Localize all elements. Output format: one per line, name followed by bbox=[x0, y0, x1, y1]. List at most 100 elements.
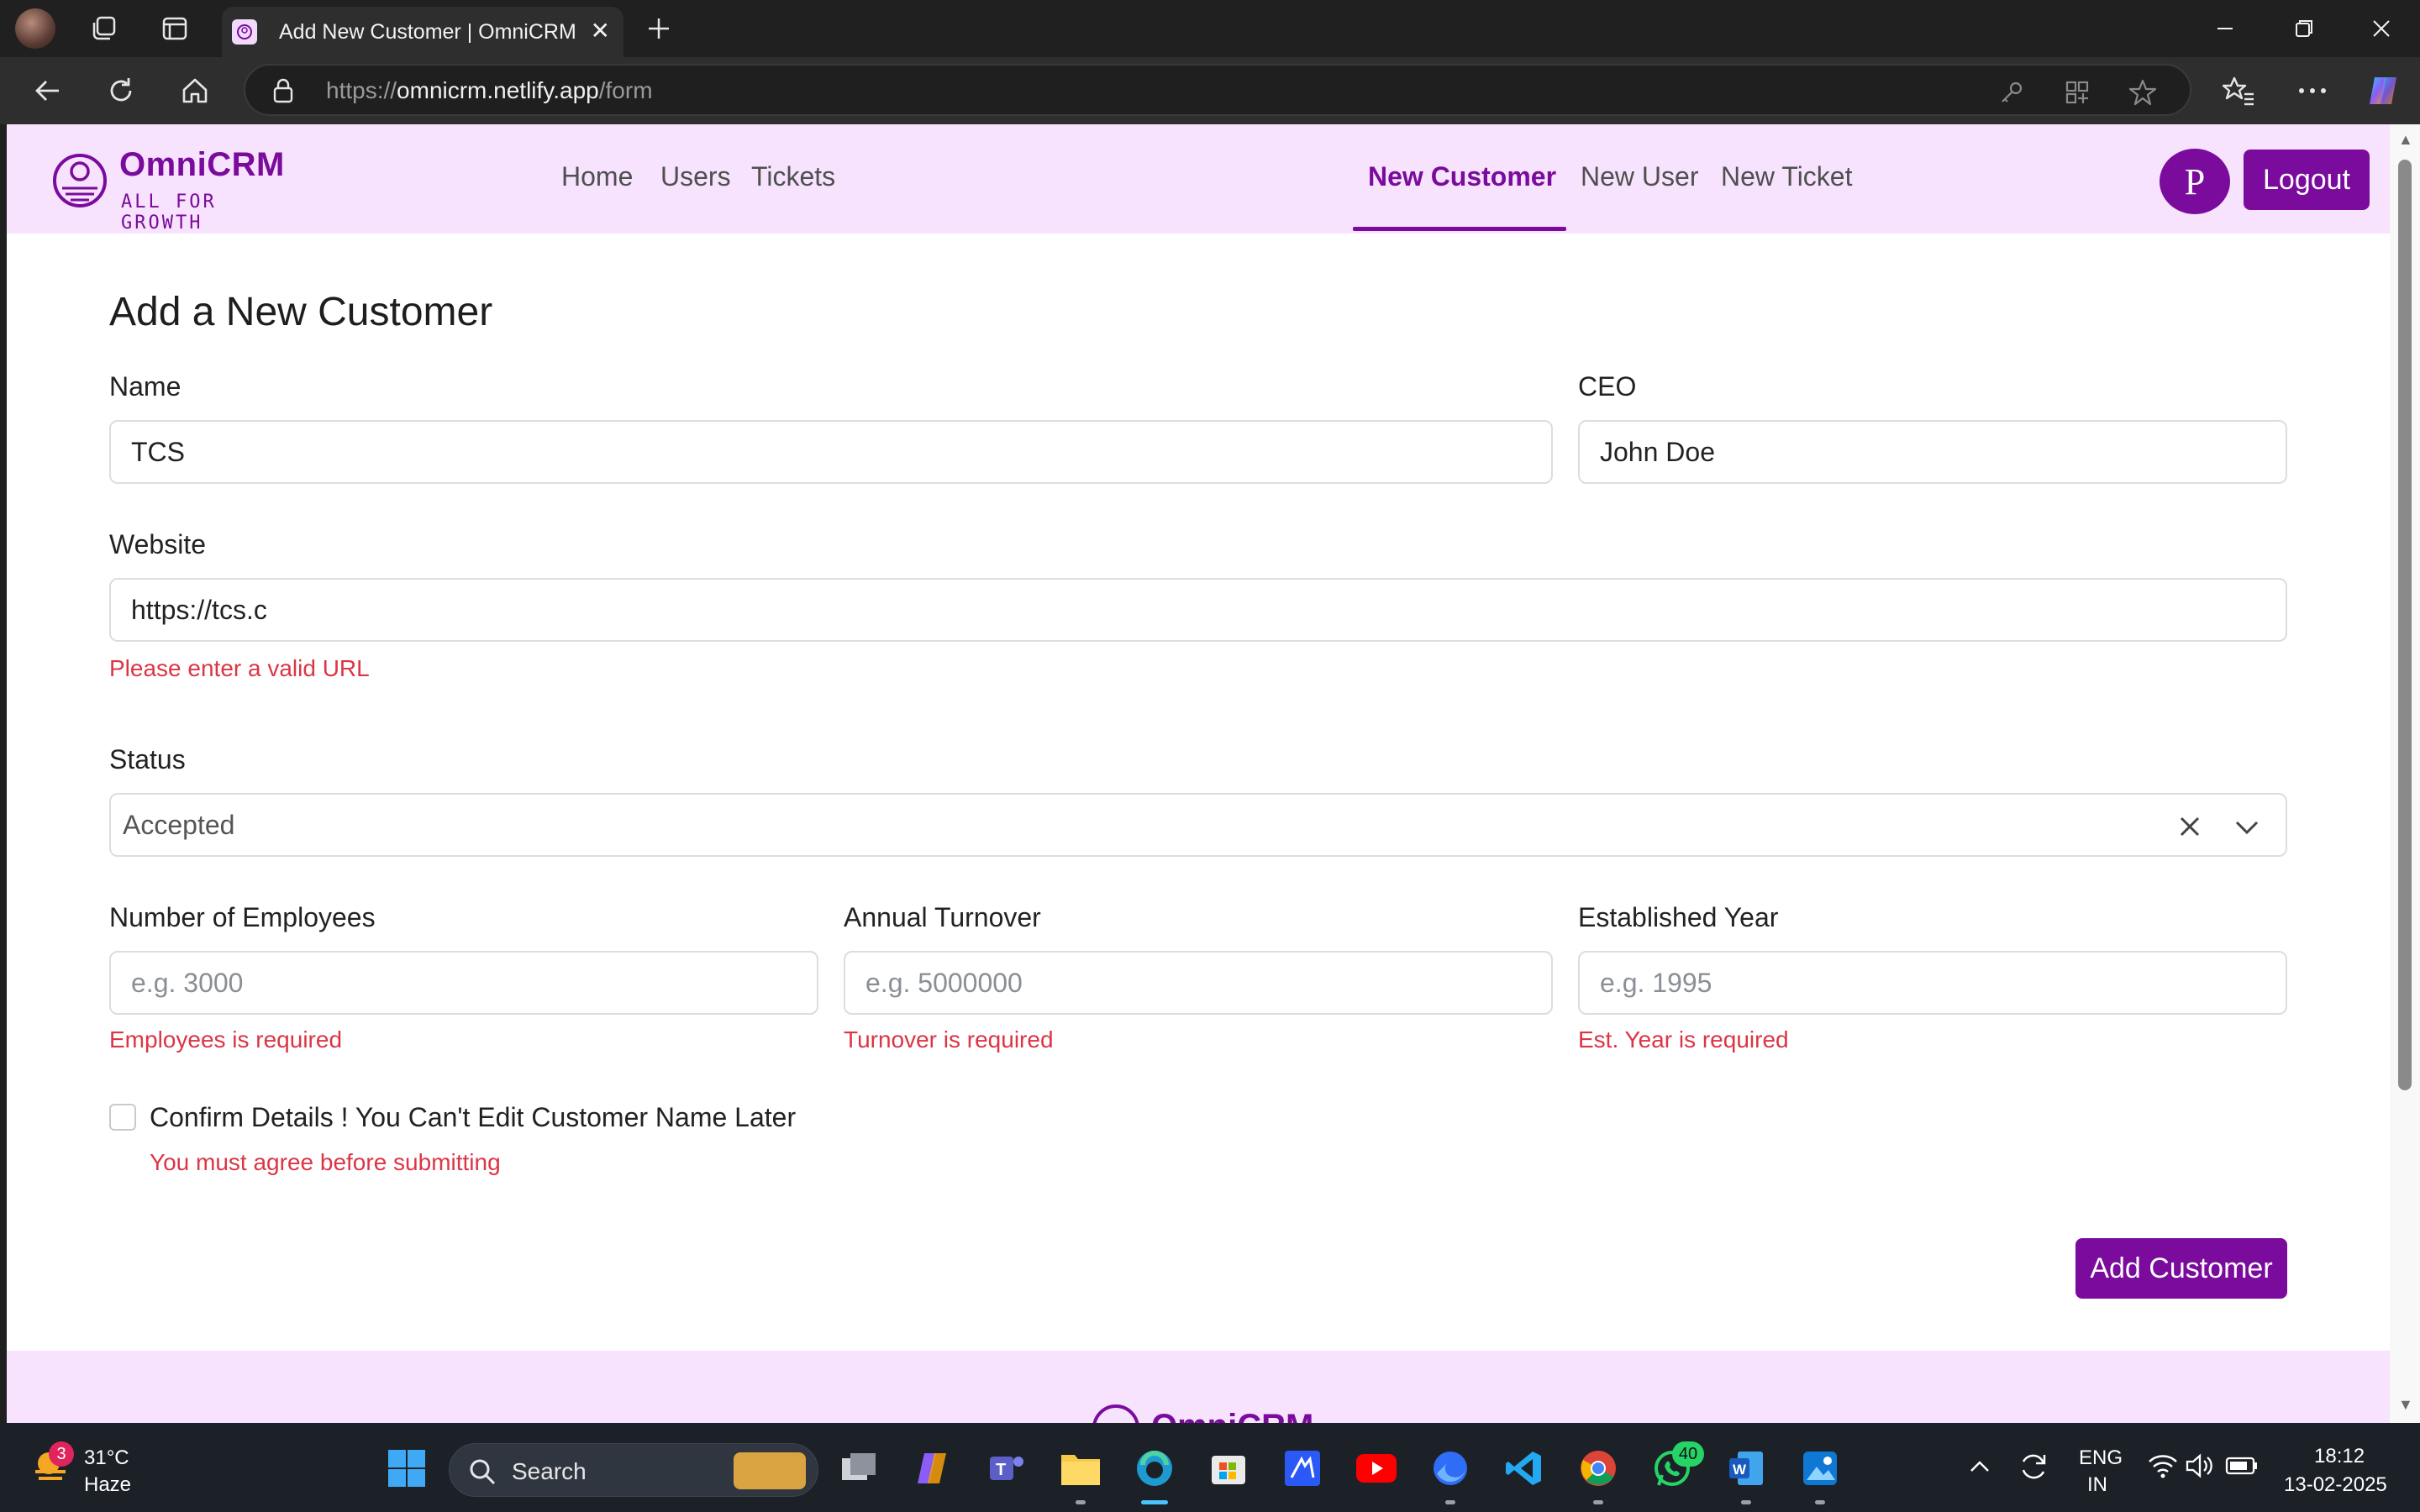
svg-text:T: T bbox=[996, 1461, 1006, 1479]
url-text[interactable]: https://omnicrm.netlify.app/form bbox=[326, 77, 653, 104]
clock-time[interactable]: 18:12 bbox=[2314, 1445, 2365, 1468]
nav-link-home[interactable]: Home bbox=[561, 161, 633, 192]
employees-input[interactable]: e.g. 3000 bbox=[109, 951, 818, 1015]
active-browser-tab[interactable]: Add New Customer | OmniCRM ✕ bbox=[222, 7, 623, 57]
app-available-icon[interactable] bbox=[2060, 76, 2094, 109]
turnover-label: Annual Turnover bbox=[844, 902, 1041, 932]
favorite-star-icon[interactable] bbox=[2126, 76, 2160, 109]
chevron-down-icon[interactable] bbox=[2230, 811, 2264, 845]
search-highlight-icon bbox=[734, 1452, 806, 1489]
copilot-icon[interactable] bbox=[2363, 71, 2403, 111]
refresh-icon[interactable] bbox=[101, 71, 141, 111]
footer-logo-name: OmniCRM bbox=[1151, 1408, 1313, 1423]
confirm-label[interactable]: Confirm Details ! You Can't Edit Custome… bbox=[150, 1102, 796, 1133]
chrome-icon[interactable] bbox=[1575, 1445, 1622, 1492]
explorer-running-indicator bbox=[1076, 1500, 1086, 1504]
battery-icon[interactable] bbox=[2225, 1455, 2259, 1481]
ceo-input[interactable]: John Doe bbox=[1578, 420, 2287, 484]
add-customer-button[interactable]: Add Customer bbox=[2075, 1238, 2287, 1299]
employees-error: Employees is required bbox=[109, 1026, 343, 1053]
browser-toolbar: https://omnicrm.netlify.app/form bbox=[0, 57, 2420, 124]
clear-selection-icon[interactable] bbox=[2173, 810, 2207, 843]
footer-logo-icon bbox=[1092, 1404, 1139, 1423]
nav-link-tickets[interactable]: Tickets bbox=[751, 161, 835, 192]
search-label: Search bbox=[512, 1458, 587, 1484]
restore-window-icon[interactable] bbox=[2287, 12, 2321, 50]
scroll-up-icon[interactable]: ▲ bbox=[2398, 132, 2413, 147]
omnicrm-favicon-icon bbox=[232, 19, 257, 45]
microsoft-store-icon[interactable] bbox=[1205, 1445, 1252, 1492]
minimize-window-icon[interactable] bbox=[2208, 12, 2242, 50]
back-arrow-icon[interactable] bbox=[27, 71, 67, 111]
page-title: Add a New Customer bbox=[109, 290, 493, 334]
close-window-icon[interactable] bbox=[2365, 12, 2398, 50]
clock-date[interactable]: 13-02-2025 bbox=[2284, 1473, 2387, 1497]
scroll-down-icon[interactable]: ▼ bbox=[2398, 1397, 2413, 1412]
task-view-icon[interactable] bbox=[835, 1445, 882, 1492]
logout-button[interactable]: Logout bbox=[2244, 150, 2370, 210]
website-label: Website bbox=[109, 529, 207, 559]
weather-temperature[interactable]: 31°C bbox=[84, 1446, 129, 1470]
language-region[interactable]: IN bbox=[2087, 1473, 2107, 1497]
word-icon[interactable]: W bbox=[1723, 1445, 1770, 1492]
turnover-input[interactable]: e.g. 5000000 bbox=[844, 951, 1553, 1015]
sync-icon[interactable] bbox=[2017, 1450, 2050, 1488]
website-error: Please enter a valid URL bbox=[109, 655, 370, 681]
studio-app-icon[interactable] bbox=[1279, 1445, 1326, 1492]
word-running-indicator bbox=[1741, 1500, 1751, 1504]
address-bar[interactable]: https://omnicrm.netlify.app/form bbox=[244, 64, 2191, 116]
favorites-list-icon[interactable] bbox=[2218, 71, 2259, 111]
show-hidden-icons-chevron-up-icon[interactable] bbox=[1966, 1453, 1993, 1484]
established-year-label: Established Year bbox=[1578, 902, 1779, 932]
user-avatar[interactable]: P bbox=[2160, 149, 2230, 214]
firefox-running-indicator bbox=[1445, 1500, 1455, 1504]
status-select[interactable]: Accepted bbox=[109, 793, 2287, 857]
vertical-tabs-icon[interactable] bbox=[156, 10, 193, 47]
taskbar-search[interactable]: Search bbox=[449, 1443, 818, 1497]
website-input[interactable]: https://tcs.c bbox=[109, 578, 2287, 642]
confirm-checkbox[interactable] bbox=[109, 1104, 136, 1131]
turnover-error: Turnover is required bbox=[844, 1026, 1054, 1053]
photos-icon[interactable] bbox=[1797, 1445, 1844, 1492]
nav-link-new-ticket[interactable]: New Ticket bbox=[1721, 161, 1852, 192]
nav-link-new-customer[interactable]: New Customer bbox=[1368, 161, 1556, 192]
established-year-input[interactable]: e.g. 1995 bbox=[1578, 951, 2287, 1015]
home-icon[interactable] bbox=[175, 71, 215, 111]
web-page: OmniCRM ALL FOR GROWTH Home Users Ticket… bbox=[7, 124, 2390, 1423]
tab-title: Add New Customer | OmniCRM bbox=[279, 19, 576, 44]
youtube-icon[interactable] bbox=[1353, 1445, 1400, 1492]
workspaces-icon[interactable] bbox=[86, 10, 123, 47]
password-key-icon[interactable] bbox=[1995, 76, 2028, 109]
chrome-running-indicator bbox=[1593, 1500, 1603, 1504]
name-input[interactable]: TCS bbox=[109, 420, 1553, 484]
footer-logo: OmniCRM bbox=[1091, 1403, 1326, 1423]
language-code[interactable]: ENG bbox=[2079, 1446, 2123, 1470]
copilot-app-icon[interactable] bbox=[909, 1445, 956, 1492]
vscode-icon[interactable] bbox=[1501, 1445, 1548, 1492]
new-tab-icon[interactable] bbox=[640, 10, 677, 47]
teams-icon[interactable]: T bbox=[983, 1445, 1030, 1492]
edge-browser-icon[interactable] bbox=[1131, 1445, 1178, 1492]
browser-profile-avatar[interactable] bbox=[15, 8, 55, 49]
logo-tagline: ALL FOR GROWTH bbox=[121, 192, 217, 234]
nav-link-users[interactable]: Users bbox=[660, 161, 731, 192]
start-menu-icon[interactable] bbox=[383, 1445, 430, 1492]
active-nav-indicator bbox=[1353, 227, 1566, 231]
firefox-icon[interactable] bbox=[1427, 1445, 1474, 1492]
volume-icon[interactable] bbox=[2185, 1452, 2215, 1484]
scrollbar-thumb[interactable] bbox=[2398, 160, 2412, 1090]
confirm-error: You must agree before submitting bbox=[150, 1149, 501, 1175]
more-options-icon[interactable] bbox=[2292, 71, 2333, 111]
app-navbar: OmniCRM ALL FOR GROWTH Home Users Ticket… bbox=[7, 124, 2390, 234]
nav-link-new-user[interactable]: New User bbox=[1581, 161, 1698, 192]
wifi-icon[interactable] bbox=[2148, 1452, 2178, 1484]
weather-condition[interactable]: Haze bbox=[84, 1473, 131, 1497]
page-scrollbar[interactable]: ▲ ▼ bbox=[2390, 124, 2420, 1423]
weather-alert-badge: 3 bbox=[49, 1441, 74, 1467]
lock-icon[interactable] bbox=[271, 77, 296, 108]
employees-label: Number of Employees bbox=[109, 902, 376, 932]
file-explorer-icon[interactable] bbox=[1057, 1445, 1104, 1492]
tab-close-icon[interactable]: ✕ bbox=[591, 18, 610, 44]
omnicrm-logo[interactable]: OmniCRM ALL FOR GROWTH bbox=[44, 141, 284, 234]
edge-active-indicator bbox=[1141, 1500, 1168, 1504]
